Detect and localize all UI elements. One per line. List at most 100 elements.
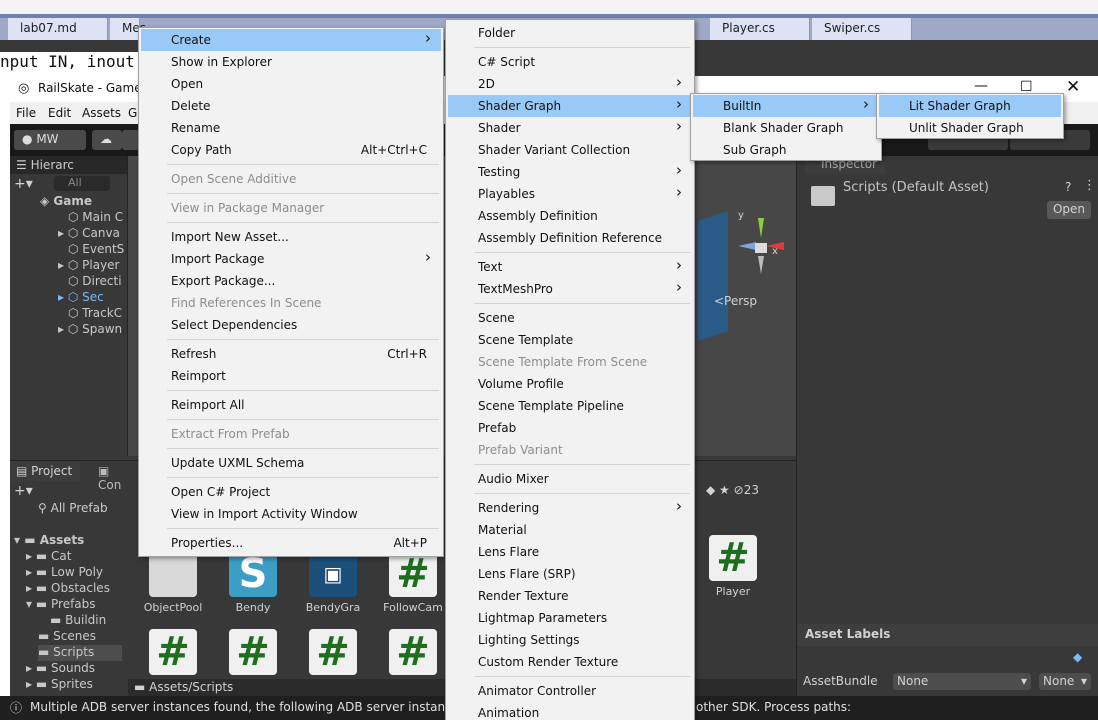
menu-assets[interactable]: Assets — [82, 106, 121, 120]
asset-item[interactable]: # — [218, 629, 288, 679]
menu-item-volume-profile[interactable]: Volume Profile — [448, 373, 692, 395]
hierarchy-item[interactable]: ▸ ⬡ Canva — [58, 226, 120, 242]
close-icon[interactable]: ✕ — [1066, 77, 1080, 97]
menu-item-view-in-import-activity-window[interactable]: View in Import Activity Window — [141, 503, 441, 525]
menu-item-delete[interactable]: Delete — [141, 95, 441, 117]
menu-item-render-texture[interactable]: Render Texture — [448, 585, 692, 607]
menu-item-lit-shader-graph[interactable]: Lit Shader Graph — [879, 95, 1061, 117]
menu-item-reimport-all[interactable]: Reimport All — [141, 394, 441, 416]
hierarchy-search-input[interactable]: All — [54, 176, 110, 191]
editor-tab[interactable]: Swiper.cs — [812, 18, 912, 40]
asset-item[interactable]: ObjectPool — [138, 551, 208, 614]
menu-file[interactable]: File — [16, 106, 36, 120]
hierarchy-item[interactable]: ⬡ TrackC — [68, 306, 122, 322]
tree-item[interactable]: ▬ Scenes — [38, 629, 96, 645]
project-tab[interactable]: ▤ Project — [10, 461, 80, 481]
tree-item[interactable]: ▬ Scripts — [38, 645, 122, 661]
menu-item-material[interactable]: Material — [448, 519, 692, 541]
menu-item-animation[interactable]: Animation — [448, 702, 692, 720]
hierarchy-item[interactable]: ⬡ Main C — [68, 210, 123, 226]
tree-item[interactable]: ▬ Buildin — [50, 613, 106, 629]
menu-item-assembly-definition[interactable]: Assembly Definition — [448, 205, 692, 227]
scene-root[interactable]: ◈ Game — [40, 194, 92, 210]
hierarchy-item[interactable]: ⬡ Directi — [68, 274, 122, 290]
menu-item-unlit-shader-graph[interactable]: Unlit Shader Graph — [879, 117, 1061, 139]
hierarchy-tab[interactable]: Hierarc — [31, 158, 74, 172]
tree-item[interactable]: ▸ ▬ Sounds — [26, 661, 95, 677]
menu-item-testing[interactable]: Testing › — [448, 161, 692, 183]
menu-item-textmeshpro[interactable]: TextMeshPro › — [448, 278, 692, 300]
menu-item-lightmap-parameters[interactable]: Lightmap Parameters — [448, 607, 692, 629]
menu-item-playables[interactable]: Playables › — [448, 183, 692, 205]
add-icon[interactable]: +▾ — [14, 483, 33, 499]
tree-item[interactable]: ▸ ▬ Obstacles — [26, 581, 110, 597]
menu-item-2d[interactable]: 2D › — [448, 73, 692, 95]
menu-item-open[interactable]: Open — [141, 73, 441, 95]
menu-item-import-new-asset[interactable]: Import New Asset... — [141, 226, 441, 248]
tree-item[interactable]: ▸ ▬ Sprites — [26, 677, 93, 693]
asset-item[interactable]: # — [138, 629, 208, 679]
favorite-search[interactable]: ⚲ All Prefab — [38, 501, 108, 515]
menu-item-lens-flare[interactable]: Lens Flare — [448, 541, 692, 563]
asset-item[interactable]: # — [378, 629, 448, 679]
tree-item[interactable]: ▸ ▬ Low Poly — [26, 565, 103, 581]
console-tab[interactable]: ▣ Con — [94, 461, 134, 492]
menu-item-folder[interactable]: Folder — [448, 22, 692, 44]
tree-item[interactable]: ▾ ▬ Prefabs — [26, 597, 96, 613]
editor-tab[interactable]: Player.cs — [710, 18, 810, 40]
hierarchy-item[interactable]: ⬡ EventS — [68, 242, 124, 258]
menu-item-shader-graph[interactable]: Shader Graph › — [448, 95, 692, 117]
editor-tab[interactable]: lab07.md — [8, 18, 108, 40]
menu-item-sub-graph[interactable]: Sub Graph — [693, 139, 879, 161]
menu-item-import-package[interactable]: Import Package › — [141, 248, 441, 270]
minimize-icon[interactable]: — — [974, 78, 988, 94]
menu-item-refresh[interactable]: Refresh Ctrl+R — [141, 343, 441, 365]
cloud-button[interactable]: ☁ — [92, 130, 122, 150]
menu-item-lens-flare-srp[interactable]: Lens Flare (SRP) — [448, 563, 692, 585]
menu-item-show-in-explorer[interactable]: Show in Explorer — [141, 51, 441, 73]
menu-item-scene[interactable]: Scene — [448, 307, 692, 329]
hidden-packages-count[interactable]: ◆ ★ ⊘23 — [706, 483, 759, 497]
tree-item[interactable]: ▸ ▬ Cat — [26, 549, 71, 565]
asset-item[interactable]: ▣ BendyGra — [298, 551, 368, 614]
open-button[interactable]: Open — [1047, 201, 1091, 219]
asset-item[interactable]: # Player — [698, 535, 768, 598]
menu-item-assembly-definition-reference[interactable]: Assembly Definition Reference — [448, 227, 692, 249]
menu-item-animator-controller[interactable]: Animator Controller — [448, 680, 692, 702]
hierarchy-item[interactable]: ▸ ⬡ Player — [58, 258, 119, 274]
menu-item-builtin[interactable]: BuiltIn › — [693, 95, 879, 117]
menu-item-rendering[interactable]: Rendering › — [448, 497, 692, 519]
menu-item-open-c-project[interactable]: Open C# Project — [141, 481, 441, 503]
menu-item-c-script[interactable]: C# Script — [448, 51, 692, 73]
hierarchy-item[interactable]: ▸ ⬡ Sec — [58, 290, 104, 306]
menu-item-scene-template[interactable]: Scene Template — [448, 329, 692, 351]
menu-item-reimport[interactable]: Reimport — [141, 365, 441, 387]
menu-item-copy-path[interactable]: Copy Path Alt+Ctrl+C — [141, 139, 441, 161]
menu-item-shader[interactable]: Shader › — [448, 117, 692, 139]
menu-item-scene-template-pipeline[interactable]: Scene Template Pipeline — [448, 395, 692, 417]
menu-item-audio-mixer[interactable]: Audio Mixer — [448, 468, 692, 490]
menu-item-select-dependencies[interactable]: Select Dependencies — [141, 314, 441, 336]
asset-item[interactable]: # — [298, 629, 368, 679]
variant-dropdown[interactable]: None ▾ — [1039, 673, 1091, 690]
more-icon[interactable]: ⋮ — [1083, 178, 1096, 193]
tag-icon[interactable]: ◆ — [1073, 650, 1082, 664]
persp-label[interactable]: <Persp — [714, 294, 757, 308]
asset-item[interactable]: # FollowCam — [378, 551, 448, 614]
editor-tab[interactable]: Mes — [110, 18, 146, 40]
tree-item[interactable]: ▾ ▬ Assets — [14, 533, 84, 549]
add-icon[interactable]: +▾ — [14, 176, 33, 192]
asset-item[interactable]: S Bendy — [218, 551, 288, 614]
menu-item-rename[interactable]: Rename — [141, 117, 441, 139]
menu-item-blank-shader-graph[interactable]: Blank Shader Graph — [693, 117, 879, 139]
menu-edit[interactable]: Edit — [48, 106, 71, 120]
menu-item-create[interactable]: Create › — [141, 29, 441, 51]
scene-gizmo-icon[interactable] — [736, 216, 786, 276]
menu-item-shader-variant-collection[interactable]: Shader Variant Collection — [448, 139, 692, 161]
menu-item-text[interactable]: Text › — [448, 256, 692, 278]
menu-item-export-package[interactable]: Export Package... — [141, 270, 441, 292]
assetbundle-dropdown[interactable]: None ▾ — [893, 673, 1031, 690]
menu-item-update-uxml-schema[interactable]: Update UXML Schema — [141, 452, 441, 474]
account-dropdown[interactable]: ● MW — [14, 130, 86, 150]
help-icon[interactable]: ? — [1065, 180, 1071, 194]
